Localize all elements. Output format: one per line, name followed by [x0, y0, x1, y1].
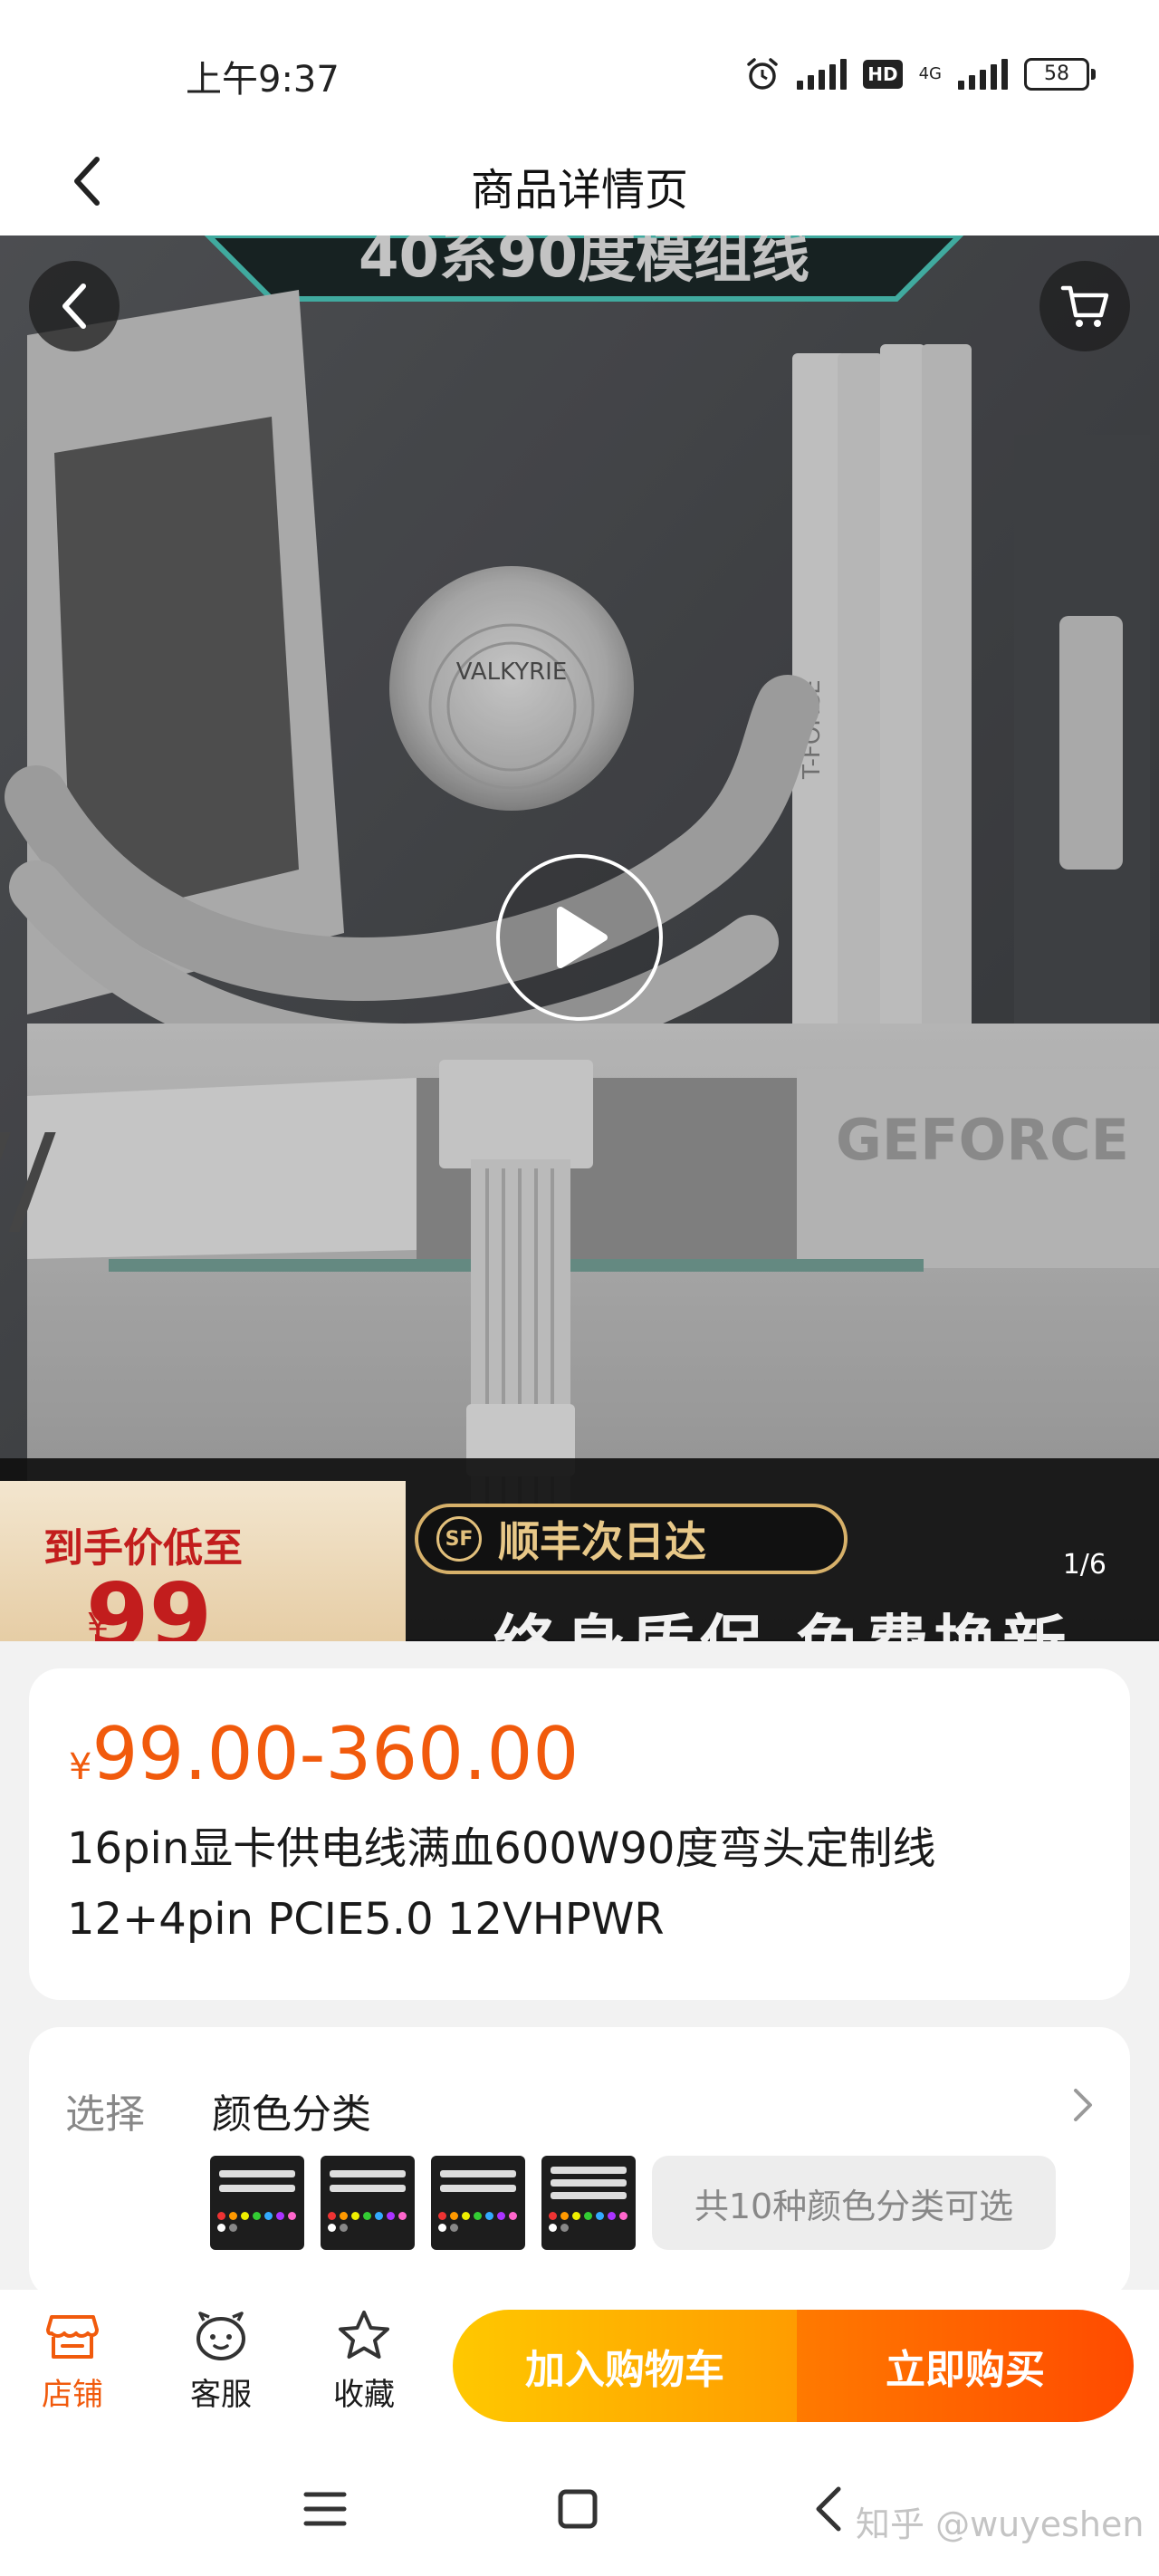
shop-button[interactable]: 店铺 [18, 2308, 127, 2414]
color-swatch[interactable] [541, 2156, 636, 2250]
warranty-text: 终身质保 免费换新 [493, 1594, 1071, 1641]
more-colors-button[interactable]: 共10种颜色分类可选 [652, 2156, 1056, 2250]
image-counter: 1/6 [1062, 1549, 1106, 1581]
status-bar: 上午9:37 HD 4G 58 [0, 0, 1159, 127]
service-icon [196, 2312, 245, 2360]
nav-bar: 商品详情页 [0, 127, 1159, 235]
service-label: 客服 [190, 2377, 252, 2413]
bottom-action-bar: 店铺 客服 收藏 加入购物车 立即购买 [0, 2290, 1159, 2444]
status-time: 上午9:37 [186, 59, 340, 101]
system-nav-bar: 知乎 @wuyeshen [0, 2444, 1159, 2576]
watermark-text: 知乎 @wuyeshen [856, 2504, 1145, 2544]
play-video-button[interactable] [496, 854, 663, 1021]
play-icon [557, 907, 608, 968]
cart-icon [1060, 285, 1109, 327]
hd-icon: HD [863, 60, 903, 89]
option-title: 颜色分类 [212, 2091, 371, 2138]
sf-logo-icon: SF [436, 1516, 482, 1562]
alarm-icon [747, 58, 778, 90]
4g-icon: 4G [918, 64, 942, 83]
home-icon[interactable] [556, 2487, 599, 2531]
back-icon[interactable] [811, 2484, 844, 2534]
option-label: 选择 [65, 2091, 145, 2138]
product-info-card: ¥99.00-360.00 16pin显卡供电线满血600W90度弯头定制线12… [29, 1668, 1130, 2000]
price-currency: ¥ [69, 1746, 92, 1788]
signal-icon-2 [958, 59, 1008, 90]
shop-icon [46, 2315, 99, 2359]
status-icons: HD 4G 58 [744, 56, 1096, 92]
chevron-left-icon [62, 284, 86, 329]
favorite-button[interactable]: 收藏 [310, 2308, 418, 2414]
promo-price-value: 99 [86, 1563, 213, 1642]
favorite-label: 收藏 [333, 2377, 395, 2413]
menu-icon[interactable] [302, 2489, 348, 2529]
price-range: ¥99.00-360.00 [69, 1712, 579, 1796]
star-icon [339, 2311, 389, 2359]
price-value: 99.00-360.00 [91, 1712, 580, 1796]
add-to-cart-button[interactable]: 加入购物车 [453, 2310, 797, 2422]
color-swatch[interactable] [431, 2156, 525, 2250]
color-swatches [210, 2156, 636, 2250]
product-media-gallery[interactable]: 40系90度模组线 T-FORCE VALKYRIE GEFORCE 到手价低至… [0, 235, 1159, 1641]
sf-shipping-text: 顺丰次日达 [498, 1517, 706, 1566]
battery-icon: 58 [1024, 58, 1096, 91]
sku-selector-card[interactable]: 选择 颜色分类 共10种颜色分类可选 [29, 2027, 1130, 2299]
color-swatch[interactable] [210, 2156, 304, 2250]
page-title: 商品详情页 [470, 165, 688, 216]
product-title: 16pin显卡供电线满血600W90度弯头定制线12+4pin PCIE5.0 … [67, 1823, 936, 1945]
color-swatch[interactable] [321, 2156, 415, 2250]
battery-level: 58 [1024, 58, 1089, 91]
buy-now-button[interactable]: 立即购买 [797, 2310, 1134, 2422]
media-back-button[interactable] [29, 261, 120, 351]
purchase-actions: 加入购物车 立即购买 [453, 2310, 1134, 2422]
shop-label: 店铺 [42, 2377, 103, 2413]
chevron-right-icon [1074, 2089, 1092, 2121]
sf-shipping-badge: SF 顺丰次日达 [415, 1504, 848, 1574]
customer-service-button[interactable]: 客服 [167, 2308, 275, 2414]
media-cart-button[interactable] [1039, 261, 1130, 351]
promo-price-tag: 到手价低至 ¥ 99 [0, 1481, 406, 1641]
signal-icon [797, 59, 848, 90]
